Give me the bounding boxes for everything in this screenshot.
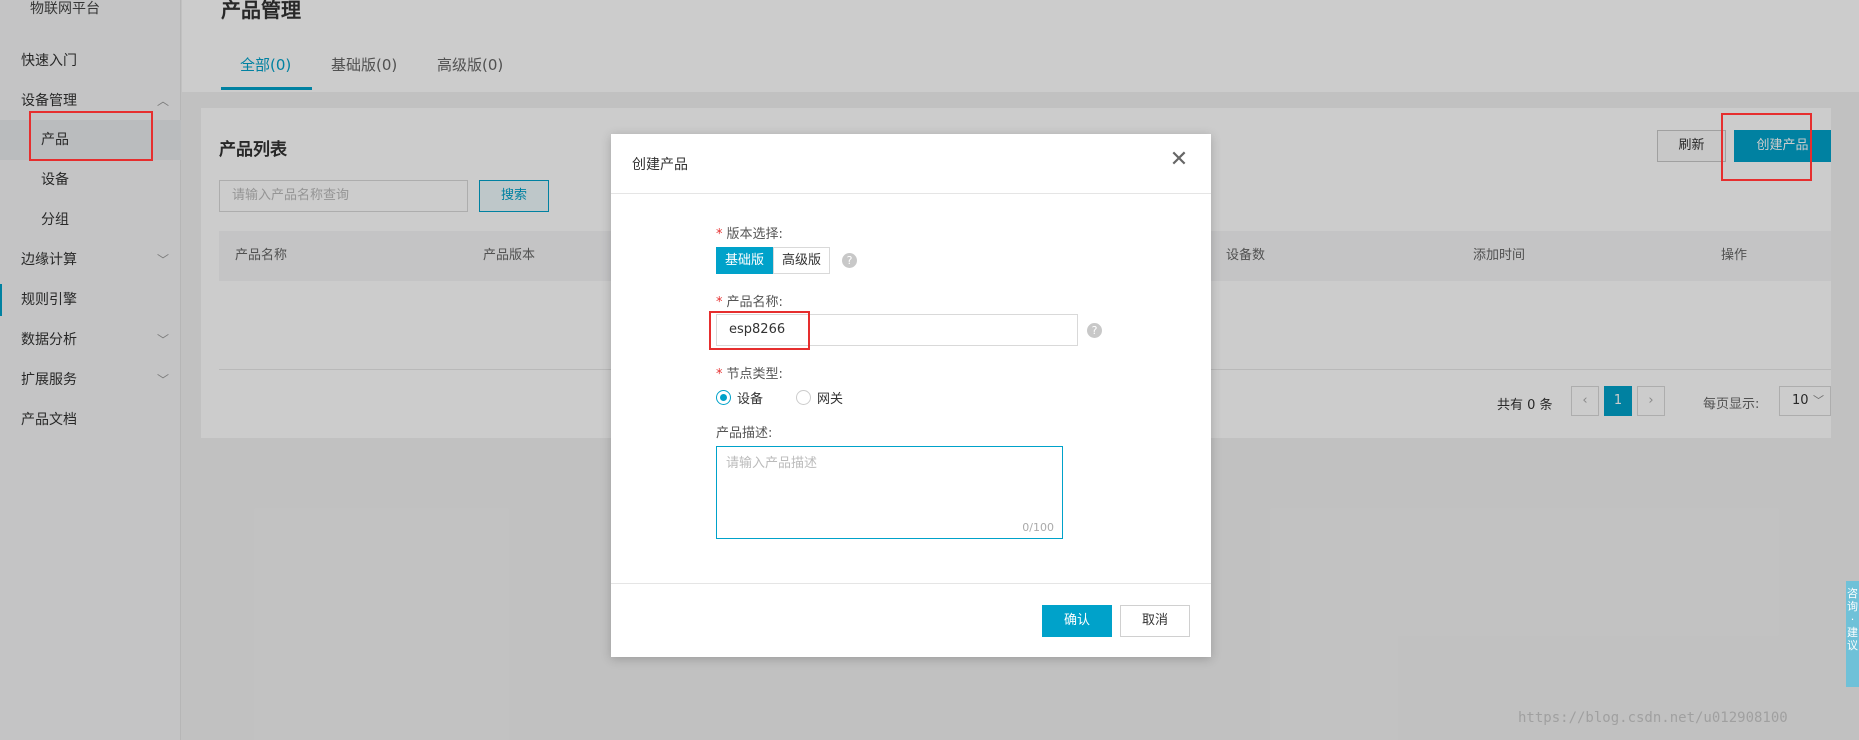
node-type-gateway-radio[interactable]: 网关 <box>796 388 843 407</box>
highlight-box <box>29 111 153 161</box>
highlight-box <box>1721 113 1812 181</box>
help-icon[interactable]: ? <box>842 253 857 268</box>
watermark: https://blog.csdn.net/u012908100 <box>1518 710 1788 726</box>
version-option-advanced[interactable]: 高级版 <box>773 247 831 274</box>
description-textarea[interactable]: 请输入产品描述 0/100 <box>716 446 1063 539</box>
radio-label: 设备 <box>737 392 764 407</box>
dialog-title: 创建产品 <box>632 157 688 173</box>
node-type-label: * 节点类型: <box>716 367 783 382</box>
character-count: 0/100 <box>1022 521 1054 534</box>
version-option-basic[interactable]: 基础版 <box>716 247 774 274</box>
feedback-tab[interactable]: 咨询·建议 <box>1846 581 1859 687</box>
divider <box>611 193 1211 194</box>
description-placeholder: 请输入产品描述 <box>726 456 818 471</box>
description-label: 产品描述: <box>716 426 773 441</box>
confirm-button[interactable]: 确认 <box>1042 605 1112 637</box>
version-selector: 基础版 高级版 <box>716 247 831 274</box>
create-product-dialog: 创建产品 ✕ * 版本选择: 基础版 高级版 ? * 产品名称: esp8266 ?… <box>611 134 1211 657</box>
highlight-box <box>709 311 810 350</box>
cancel-button[interactable]: 取消 <box>1120 605 1190 637</box>
node-type-device-radio[interactable]: 设备 <box>716 388 763 407</box>
radio-checked-icon <box>716 390 731 405</box>
radio-unchecked-icon <box>796 390 811 405</box>
product-name-label: * 产品名称: <box>716 295 783 310</box>
version-label: * 版本选择: <box>716 227 783 242</box>
divider <box>611 583 1211 584</box>
close-icon[interactable]: ✕ <box>1167 148 1191 172</box>
radio-label: 网关 <box>817 392 844 407</box>
help-icon[interactable]: ? <box>1087 323 1102 338</box>
